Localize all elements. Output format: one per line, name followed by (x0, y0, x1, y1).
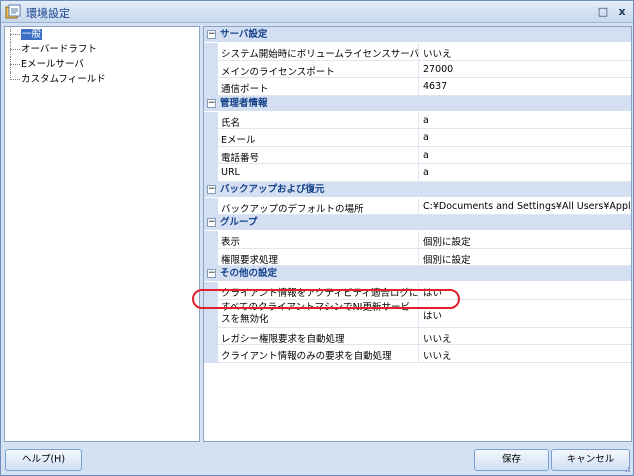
tree-item[interactable]: Eメールサーバ (5, 57, 199, 72)
app-icon (5, 4, 21, 19)
row-gutter (204, 248, 218, 266)
property-value[interactable]: いいえ (419, 43, 631, 61)
row-gutter (204, 146, 218, 164)
property-row[interactable]: すべてのクライアントマシンでNI更新サービスを無効化 はい (204, 299, 631, 328)
row-gutter (204, 43, 218, 61)
row-gutter (204, 111, 218, 129)
tree-connector (10, 49, 20, 50)
row-gutter (204, 345, 218, 363)
collapse-icon[interactable]: − (207, 269, 216, 278)
property-grid: −サーバ設定システム開始時にボリュームライセンスサーバを起動いいえメインのライセ… (203, 26, 632, 442)
preferences-window: 環境設定 □ x 一般 オーバードラフト Eメールサーバ カスタムフィールド − サーバ… (0, 0, 634, 476)
property-name: システム開始時にボリュームライセンスサーバを起動 (218, 43, 419, 61)
tree-item[interactable]: 一般 (5, 27, 199, 42)
property-value[interactable]: a (419, 147, 631, 164)
property-row[interactable]: URL a (204, 164, 631, 182)
category-tree: 一般オーバードラフト Eメールサーバカスタムフィールド (4, 26, 200, 442)
property-row[interactable]: 氏名 a (204, 111, 631, 129)
collapse-icon[interactable]: − (207, 98, 216, 108)
property-name: 氏名 (218, 111, 419, 129)
row-gutter (204, 282, 218, 300)
property-name: 電話番号 (218, 146, 419, 164)
resize-grip-icon[interactable] (621, 463, 631, 473)
collapse-icon[interactable]: − (207, 30, 216, 39)
property-row[interactable]: 電話番号 a (204, 146, 631, 164)
row-gutter (204, 299, 218, 328)
property-row[interactable]: システム開始時にボリュームライセンスサーバを起動いいえ (204, 43, 631, 61)
window-title: 環境設定 (26, 7, 70, 20)
category-label: グループ (220, 217, 258, 228)
maximize-button[interactable]: □ (595, 4, 611, 20)
property-row[interactable]: 権限要求処理 個別に設定 (204, 248, 631, 266)
property-value[interactable]: 4637 (419, 78, 631, 96)
property-name: URL (218, 164, 419, 182)
property-row[interactable]: クライアント情報のみの要求を自動処理 いいえ (204, 345, 631, 363)
property-row[interactable]: メインのライセンスポート 27000 (204, 60, 631, 78)
property-name: すべてのクライアントマシンでNI更新サービスを無効化 (218, 299, 419, 328)
tree-connector (10, 64, 20, 65)
property-row[interactable]: 表示 個別に設定 (204, 231, 631, 249)
property-value[interactable]: a (419, 112, 631, 129)
property-name: Eメール (218, 129, 419, 147)
property-row[interactable]: バックアップのデフォルトの場所 C:¥Documents and Settings… (204, 197, 631, 215)
tree-item[interactable]: カスタムフィールド (5, 72, 199, 87)
row-gutter (204, 327, 218, 345)
property-value[interactable]: C:¥Documents and Settings¥All Users¥Appl… (419, 198, 631, 215)
row-gutter (204, 197, 218, 215)
property-value[interactable]: 個別に設定 (419, 249, 631, 266)
category-label: サーバ設定 (220, 29, 268, 40)
property-value[interactable]: a (419, 164, 631, 182)
row-gutter (204, 231, 218, 249)
category-label: 管理者情報 (220, 97, 268, 109)
tree-item-label: カスタムフィールド (21, 74, 106, 85)
tree-connector (10, 34, 20, 35)
row-gutter (204, 129, 218, 147)
property-value[interactable]: いいえ (419, 328, 631, 345)
tree-connector (10, 79, 20, 80)
property-value[interactable]: 27000 (419, 61, 631, 78)
property-name: 権限要求処理 (218, 248, 419, 266)
category-header[interactable]: − サーバ設定 (204, 27, 631, 43)
tree-item[interactable]: オーバードラフト (5, 42, 199, 57)
property-name: バックアップのデフォルトの場所 (218, 197, 419, 215)
tree-item-label: オーバードラフト (21, 44, 97, 55)
row-gutter (204, 164, 218, 182)
category-label: バックアップおよび復元 (220, 183, 325, 195)
collapse-icon[interactable]: − (207, 184, 216, 194)
property-row[interactable]: 通信ポート 4637 (204, 78, 631, 96)
row-gutter (204, 60, 218, 78)
property-value[interactable]: はい (419, 282, 631, 300)
tree-item-label: Eメールサーバ (21, 59, 84, 70)
save-button[interactable]: 保存 (474, 449, 549, 471)
property-row[interactable]: クライアント情報をアクティビティ適合ログに含めるはい (204, 282, 631, 300)
tree-item-label: 一般 (21, 29, 43, 40)
help-button[interactable]: ヘルプ(H) (5, 449, 82, 471)
category-header[interactable]: − その他の設定 (204, 266, 631, 282)
title-bar: 環境設定 □ x (1, 1, 633, 23)
property-row[interactable]: Eメール a (204, 129, 631, 147)
property-name: 通信ポート (218, 78, 419, 96)
close-button[interactable]: x (614, 4, 630, 20)
row-gutter (204, 78, 218, 96)
category-header[interactable]: − バックアップおよび復元 (204, 181, 631, 198)
property-value[interactable]: はい (419, 300, 631, 328)
property-value[interactable]: 個別に設定 (419, 231, 631, 249)
category-label: その他の設定 (220, 268, 278, 279)
property-name: クライアント情報のみの要求を自動処理 (218, 345, 419, 363)
property-value[interactable]: a (419, 129, 631, 147)
property-row[interactable]: レガシー権限要求を自動処理 いいえ (204, 327, 631, 345)
category-header[interactable]: − 管理者情報 (204, 95, 631, 112)
property-name: メインのライセンスポート (218, 60, 419, 78)
cancel-button[interactable]: キャンセル (551, 449, 630, 471)
property-name: 表示 (218, 231, 419, 249)
collapse-icon[interactable]: − (207, 218, 216, 227)
category-header[interactable]: − グループ (204, 215, 631, 231)
property-name: レガシー権限要求を自動処理 (218, 327, 419, 345)
property-name: クライアント情報をアクティビティ適合ログに含める (218, 282, 419, 300)
property-value[interactable]: いいえ (419, 345, 631, 363)
